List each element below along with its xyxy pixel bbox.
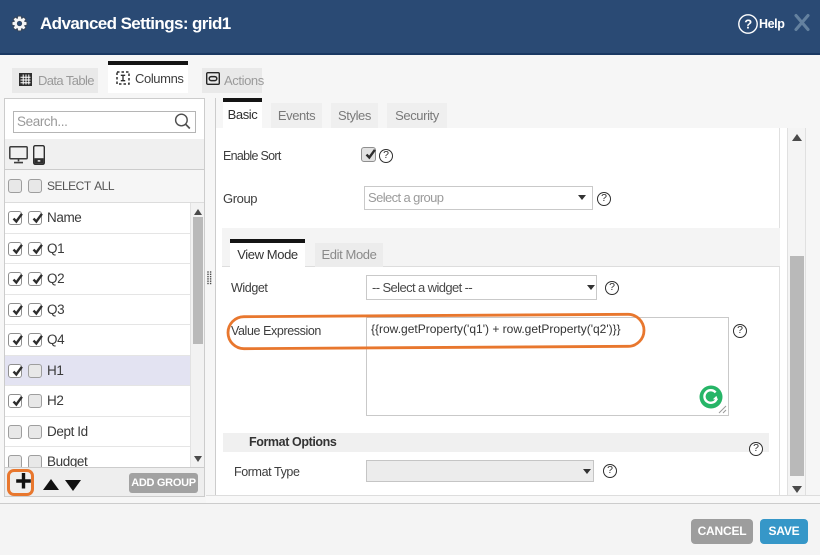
svg-text:?: ? — [744, 17, 752, 32]
